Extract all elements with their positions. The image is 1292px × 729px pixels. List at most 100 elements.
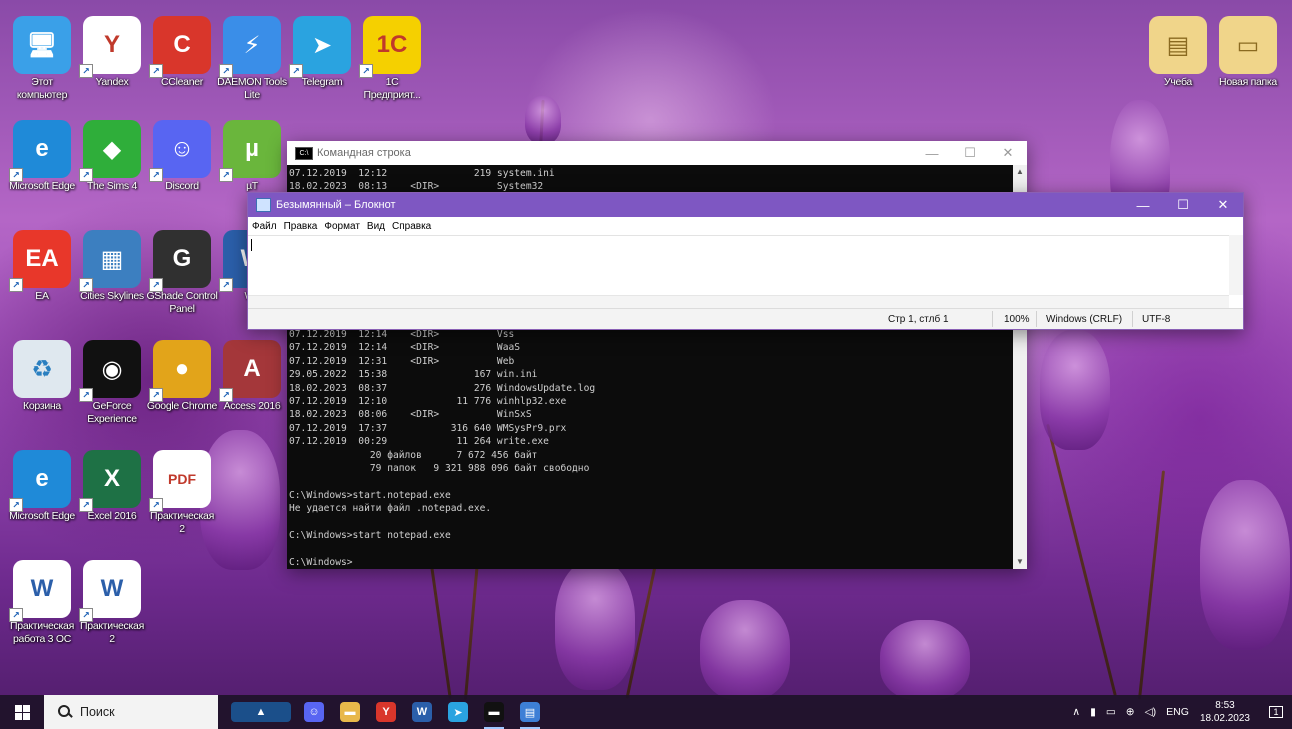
desktop-icon[interactable]: G ↗ GShade Control Panel	[146, 230, 218, 316]
start-button[interactable]	[0, 695, 44, 729]
notepad-vertical-scrollbar[interactable]	[1229, 235, 1243, 295]
desktop-icon[interactable]: ▤ Учеба	[1142, 16, 1214, 89]
desktop-icon[interactable]: A ↗ Access 2016	[216, 340, 288, 413]
app-icon: e ↗	[9, 120, 71, 182]
app-icon: ▭	[1219, 16, 1277, 74]
chevron-up-icon[interactable]: ▲	[1013, 165, 1027, 179]
desktop-icon[interactable]: Y ↗ Yandex	[76, 16, 148, 89]
desktop-icon[interactable]: ◉ ↗ GeForce Experience	[76, 340, 148, 426]
notepad-horizontal-scrollbar[interactable]	[248, 295, 1229, 308]
explorer-icon: ▬	[340, 702, 360, 722]
desktop-icon[interactable]: ➤ ↗ Telegram	[286, 16, 358, 89]
menu-file[interactable]: Файл	[252, 221, 277, 232]
desktop-icon-label: GShade Control Panel	[146, 290, 218, 315]
notification-icon: 1	[1269, 706, 1283, 718]
app-icon: PDF ↗	[149, 450, 211, 512]
shortcut-arrow-icon: ↗	[149, 498, 163, 512]
cursor-position: Стр 1, стлб 1	[888, 314, 949, 325]
taskbar: Поиск ▲ ☺ ▬ Y W ➤ ▬ ▤ ∧ ▮ ▭ ⊕ ◁) ENG 8:53 18.02…	[0, 695, 1292, 729]
app-icon: ◉ ↗	[79, 340, 141, 402]
taskbar-notepad-button[interactable]: ▤	[512, 695, 548, 729]
shortcut-arrow-icon: ↗	[79, 608, 93, 622]
notification-center-button[interactable]: 1	[1260, 706, 1292, 718]
desktop-icon[interactable]: ♻ Корзина	[6, 340, 78, 413]
notepad-text-area[interactable]	[248, 235, 1229, 296]
app-icon: W↗	[79, 560, 141, 622]
cmd-line: 07.12.2019 12:10 11 776 winhlp32.exe	[289, 395, 567, 407]
network-globe-icon[interactable]: ⊕	[1126, 706, 1135, 718]
clock[interactable]: 8:53 18.02.2023	[1200, 699, 1250, 725]
search-placeholder: Поиск	[80, 705, 115, 719]
app-icon: ◆ ↗	[79, 120, 141, 182]
desktop-icon[interactable]: µ ↗ µT	[216, 120, 288, 193]
taskbar-telegram-button[interactable]: ➤	[440, 695, 476, 729]
app-icon: Y ↗	[79, 16, 141, 78]
app-icon: ● ↗	[149, 340, 211, 402]
clock-time: 8:53	[1215, 700, 1235, 711]
desktop-icon[interactable]: X ↗ Excel 2016	[76, 450, 148, 523]
cmd-icon: ▬	[484, 702, 504, 722]
menu-view[interactable]: Вид	[367, 221, 385, 232]
widget-icon: ▲	[231, 702, 291, 722]
volume-icon[interactable]: ◁)	[1145, 706, 1157, 718]
battery-icon[interactable]: ▭	[1106, 706, 1116, 718]
desktop-icon[interactable]: C ↗ CCleaner	[146, 16, 218, 89]
wallpaper-stalk	[1137, 470, 1166, 700]
shortcut-arrow-icon: ↗	[219, 388, 233, 402]
app-icon: ▤	[1149, 16, 1207, 74]
desktop-icon[interactable]: ◆ ↗ The Sims 4	[76, 120, 148, 193]
wallpaper-stalk	[463, 560, 480, 700]
desktop-icon[interactable]: e ↗ Microsoft Edge	[6, 120, 78, 193]
cmd-line	[289, 516, 1011, 529]
minimize-button[interactable]: —	[913, 141, 951, 165]
wallpaper-bloom	[555, 560, 635, 690]
desktop-icon[interactable]: e ↗ Microsoft Edge	[6, 450, 78, 523]
desktop-icon[interactable]: 1С ↗ 1С Предприят...	[356, 16, 428, 102]
line-ending: Windows (CRLF)	[1046, 314, 1123, 325]
close-button[interactable]: ✕	[1203, 193, 1243, 217]
shortcut-arrow-icon: ↗	[359, 64, 373, 78]
minimize-button[interactable]: —	[1123, 193, 1163, 217]
menu-help[interactable]: Справка	[392, 221, 431, 232]
taskbar-explorer-button[interactable]: ▬	[332, 695, 368, 729]
notepad-window[interactable]: Безымянный – Блокнот — ☐ ✕ Файл Правка Ф…	[247, 192, 1244, 330]
desktop-icon[interactable]: W ↗ Практическая 2	[76, 560, 148, 646]
language-indicator[interactable]: ENG	[1166, 706, 1189, 718]
taskbar-yandex-button[interactable]: Y	[368, 695, 404, 729]
app-icon: 1С ↗	[359, 16, 421, 78]
desktop-icon[interactable]: 🖥 Этот компьютер	[6, 16, 78, 102]
taskbar-cmd-button[interactable]: ▬	[476, 695, 512, 729]
shortcut-arrow-icon: ↗	[9, 498, 23, 512]
notepad-statusbar: Стр 1, стлб 1 100% Windows (CRLF) UTF-8	[248, 308, 1243, 329]
maximize-button[interactable]: ☐	[1163, 193, 1203, 217]
taskbar-discord-button[interactable]: ☺	[296, 695, 332, 729]
desktop-icon-label: Учеба	[1164, 76, 1192, 88]
taskbar-search[interactable]: Поиск	[44, 695, 218, 729]
menu-edit[interactable]: Правка	[284, 221, 318, 232]
cmd-titlebar[interactable]: C:\ Командная строка — ☐ ✕	[287, 141, 1027, 165]
desktop-icon-label: GeForce Experience	[87, 400, 137, 425]
app-icon: EA ↗	[9, 230, 71, 292]
menu-format[interactable]: Формат	[324, 221, 360, 232]
taskbar-widget-button[interactable]: ▲	[226, 695, 296, 729]
usb-icon[interactable]: ▮	[1090, 706, 1096, 718]
notepad-titlebar[interactable]: Безымянный – Блокнот — ☐ ✕	[248, 193, 1243, 217]
desktop-icon[interactable]: ▭ Новая папка	[1212, 16, 1284, 89]
chevron-down-icon[interactable]: ▼	[1013, 555, 1027, 569]
desktop-icon-label: Этот компьютер	[16, 76, 68, 101]
taskbar-word-button[interactable]: W	[404, 695, 440, 729]
tray-overflow-chevron-icon[interactable]: ∧	[1072, 706, 1080, 718]
maximize-button[interactable]: ☐	[951, 141, 989, 165]
desktop-icon[interactable]: EA ↗ EA	[6, 230, 78, 303]
desktop-icon[interactable]: ⚡ ↗ DAEMON Tools Lite	[216, 16, 288, 102]
desktop-icon[interactable]: ▦ ↗ Cities Skylines	[76, 230, 148, 303]
discord-icon: ☺	[304, 702, 324, 722]
notepad-title: Безымянный – Блокнот	[276, 199, 396, 211]
desktop-icon[interactable]: ☺ ↗ Discord	[146, 120, 218, 193]
cmd-line: Не удается найти файл .notepad.exe.	[289, 503, 492, 515]
desktop-icon[interactable]: ● ↗ Google Chrome	[146, 340, 218, 413]
close-button[interactable]: ✕	[989, 141, 1027, 165]
cmd-line: 18.02.2023 08:37 276 WindowsUpdate.log	[289, 382, 596, 394]
desktop-icon[interactable]: PDF ↗ Практическая 2	[146, 450, 218, 536]
desktop-icon[interactable]: W ↗ Практическая работа 3 ОС	[6, 560, 78, 646]
